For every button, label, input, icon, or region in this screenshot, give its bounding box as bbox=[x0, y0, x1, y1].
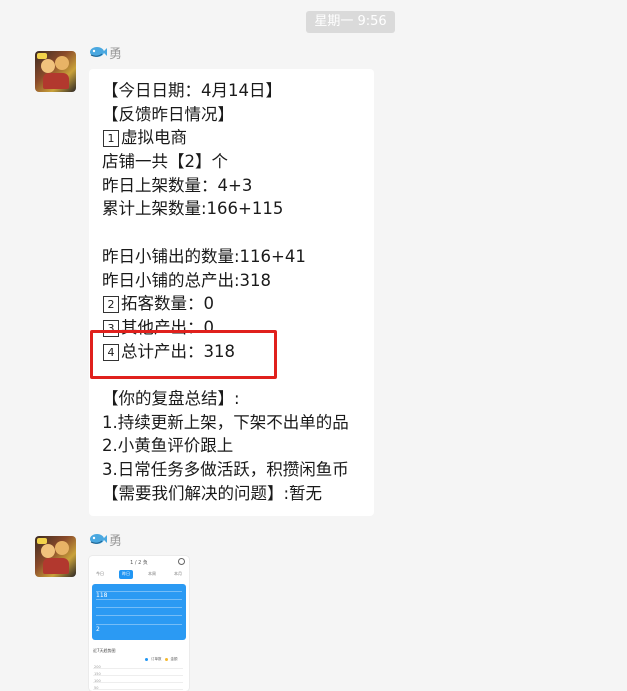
gear-icon bbox=[178, 558, 185, 565]
thumbnail-value: 118 bbox=[96, 592, 108, 599]
thumbnail-value: 2 bbox=[96, 626, 100, 633]
message-line: 昨日小铺出的数量:116+41 bbox=[102, 246, 306, 266]
image-message-thumbnail[interactable]: 1 / 2 负 今日 昨日 本周 本月 118 2 近7天趋势图 订单数 金额 200… bbox=[89, 556, 189, 691]
message-bubble[interactable]: 【今日日期：4月14日】 【反馈昨日情况】 1 虚拟电商 店铺一共【2】个昨日上架数量：… bbox=[89, 69, 374, 516]
message-line: 2 拓客数量：0 bbox=[102, 292, 372, 316]
thumbnail-tab: 昨日 bbox=[119, 570, 133, 579]
thumbnail-section-title: 近7天趋势图 bbox=[93, 648, 116, 653]
axis-label: 150 bbox=[94, 672, 101, 676]
axis-label: 50 bbox=[94, 686, 99, 690]
number-keycap-icon: 1 bbox=[103, 130, 119, 148]
legend-label: 金额 bbox=[170, 657, 178, 661]
thumbnail-title: 1 / 2 负 bbox=[130, 560, 148, 566]
message-line: 店铺一共【2】个 bbox=[102, 152, 228, 172]
thumbnail-tab: 本周 bbox=[148, 571, 156, 576]
thumbnail-legend: 订单数 金额 bbox=[145, 657, 178, 662]
number-keycap-icon: 2 bbox=[103, 296, 119, 314]
avatar[interactable] bbox=[35, 536, 76, 577]
message-line: 1.持续更新上架，下架不出单的品 bbox=[102, 412, 349, 432]
thumbnail-tabs: 今日 昨日 本周 本月 bbox=[93, 570, 185, 579]
message-line: 2.小黄鱼评价跟上 bbox=[102, 436, 234, 456]
fish-icon bbox=[90, 47, 107, 57]
message-line: 【今日日期：4月14日】 bbox=[102, 81, 282, 100]
legend-label: 订单数 bbox=[151, 657, 162, 661]
message-line: 3.日常任务多做活跃，积攒闲鱼币 bbox=[102, 460, 349, 479]
fish-icon bbox=[90, 534, 107, 544]
message-line: 累计上架数量:166+115 bbox=[102, 199, 284, 219]
message-text: 【今日日期：4月14日】 【反馈昨日情况】 1 虚拟电商 店铺一共【2】个昨日上架数量：… bbox=[102, 79, 372, 505]
thumbnail-tab: 今日 bbox=[96, 571, 104, 576]
message-line: 昨日小铺的总产出:318 bbox=[102, 270, 272, 290]
timestamp: 星期一 9:56 bbox=[306, 11, 395, 33]
message-line: 1 虚拟电商 bbox=[102, 126, 372, 150]
message-line: 昨日上架数量：4+3 bbox=[102, 175, 253, 195]
message-line: 【需要我们解决的问题】:暂无 bbox=[102, 483, 323, 503]
axis-label: 100 bbox=[94, 679, 101, 683]
axis-label: 200 bbox=[94, 665, 101, 669]
thumbnail-tab: 本月 bbox=[174, 571, 182, 576]
thumbnail-stats-card: 118 2 bbox=[92, 584, 186, 640]
message-line: 【你的复盘总结】: bbox=[102, 388, 240, 408]
sender-name: 勇 bbox=[109, 533, 123, 549]
avatar[interactable] bbox=[35, 51, 76, 92]
sender-label: 勇 bbox=[89, 44, 123, 62]
highlight-annotation bbox=[90, 330, 277, 379]
sender-name: 勇 bbox=[109, 46, 123, 62]
sender-label: 勇 bbox=[89, 531, 123, 549]
message-line bbox=[102, 221, 372, 245]
message-line: 【反馈昨日情况】 bbox=[102, 104, 234, 124]
